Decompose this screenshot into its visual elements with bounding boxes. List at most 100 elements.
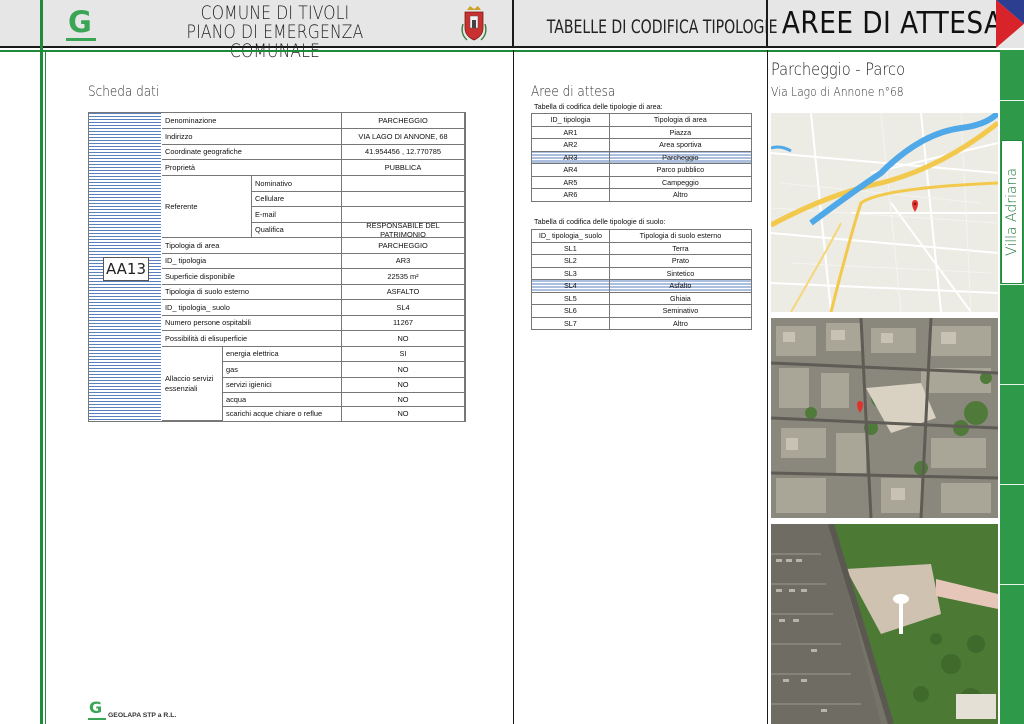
suolo-table-row: SL1 Terra <box>531 241 753 255</box>
area-table-row: AR6 Altro <box>531 188 753 202</box>
scheda-dati-table: AA13 Denominazione PARCHEGGIO Indirizzo … <box>88 112 466 422</box>
area-table-cell: Parco pubblico <box>608 163 753 177</box>
area-header-cell: Tipologia di area <box>608 113 753 127</box>
area-table-row: AR1 Piazza <box>531 125 753 139</box>
label-tipologia-area: Tipologia di area <box>162 238 342 254</box>
suolo-table-caption: Tabella di codifica delle tipologie di s… <box>534 217 666 226</box>
suolo-table-cell: SL5 <box>531 291 610 305</box>
area-table-row: AR4 Parco pubblico <box>531 163 753 177</box>
area-table-cell: AR6 <box>531 188 610 202</box>
label-servizi: servizi igienici <box>223 378 342 393</box>
value-indirizzo: VIA LAGO DI ANNONE, 68 <box>342 129 465 145</box>
label-denominazione: Denominazione <box>162 113 342 129</box>
label-email: E-mail <box>252 207 342 223</box>
street-map <box>771 113 998 312</box>
label-elisuperficie: Possibilità di elisuperficie <box>162 331 342 347</box>
page-title: AREE DI ATTESA <box>781 6 1003 41</box>
value-scarichi: NO <box>342 407 465 421</box>
label-indirizzo: Indirizzo <box>162 129 342 145</box>
area-header-cell: ID_ tipologia <box>531 113 610 127</box>
value-proprieta: PUBBLICA <box>342 160 465 176</box>
place-name: Parcheggio - Parco <box>771 60 906 80</box>
suolo-table-cell: Ghiaia <box>608 291 753 305</box>
suolo-header-row: ID_ tipologia_ suolo Tipologia di suolo e… <box>531 229 753 243</box>
footer-logo: G <box>88 698 106 720</box>
value-acqua: NO <box>342 393 465 407</box>
suolo-table-row: SL3 Sintetico <box>531 266 753 280</box>
suolo-table-row: SL2 Prato <box>531 254 753 268</box>
value-elisuperficie: NO <box>342 331 465 347</box>
area-table-cell: Parcheggio <box>608 150 753 164</box>
label-proprieta: Proprietà <box>162 160 342 176</box>
area-table-row: AR5 Campeggio <box>531 175 753 189</box>
value-persone: 11267 <box>342 316 465 331</box>
area-table-cell: AR4 <box>531 163 610 177</box>
suolo-table-cell: SL1 <box>531 241 610 255</box>
header-title: COMUNE DI TIVOLI PIANO DI EMERGENZA COMU… <box>140 4 411 61</box>
area-table-cell: AR5 <box>531 175 610 189</box>
area-header-row: ID_ tipologia Tipologia di area <box>531 113 753 127</box>
suolo-table-cell: SL3 <box>531 266 610 280</box>
value-energia: SI <box>342 347 465 362</box>
suolo-type-table: ID_ tipologia_ suolo Tipologia di suolo e… <box>531 229 753 330</box>
value-email <box>342 207 465 223</box>
area-table-cell: Piazza <box>608 125 753 139</box>
suolo-table-cell: SL6 <box>531 304 610 318</box>
geolapa-logo: G <box>66 5 96 41</box>
area-table-row: AR2 Area sportiva <box>531 138 753 152</box>
label-scarichi: scarichi acque chiare o reflue <box>223 407 342 421</box>
codifica-title: Aree di attesa <box>531 84 616 100</box>
area-table-cell: Area sportiva <box>608 138 753 152</box>
area-table-cell: AR2 <box>531 138 610 152</box>
value-denominazione: PARCHEGGIO <box>342 113 465 129</box>
suolo-table-cell: Altro <box>608 316 753 330</box>
value-coordinate: 41.954456 , 12.770785 <box>342 145 465 160</box>
value-id-tipologia-suolo: SL4 <box>342 300 465 316</box>
label-allaccio: Allaccio servizi essenziali <box>162 347 223 421</box>
area-table-caption: Tabella di codifica delle tipologie di a… <box>534 102 663 111</box>
footer-logo-letter: G <box>89 698 103 717</box>
suolo-table-cell: SL2 <box>531 254 610 268</box>
suolo-table-cell: SL4 <box>531 279 610 293</box>
suolo-table-cell: Sintetico <box>608 266 753 280</box>
label-id-tipologia-suolo: ID_ tipologia_ suolo <box>162 300 342 316</box>
suolo-table-cell: Terra <box>608 241 753 255</box>
district-label: Villa Adriana <box>1004 168 1020 256</box>
section-title: TABELLE DI CODIFICA TIPOLOGIE <box>546 16 778 38</box>
value-servizi: NO <box>342 378 465 393</box>
area-table-cell: Campeggio <box>608 175 753 189</box>
label-persone: Numero persone ospitabili <box>162 316 342 331</box>
suolo-table-cell: SL7 <box>531 316 610 330</box>
value-tipologia-area: PARCHEGGIO <box>342 238 465 254</box>
value-qualifica: RESPONSABILE DEL PATRIMONIO <box>342 223 465 238</box>
label-superficie: Superficie disponibile <box>162 269 342 285</box>
value-gas: NO <box>342 362 465 378</box>
page-header: G COMUNE DI TIVOLI PIANO DI EMERGENZA CO… <box>0 0 1024 61</box>
label-tipologia-suolo: Tipologia di suolo esterno <box>162 285 342 300</box>
area-table-cell: AR3 <box>531 150 610 164</box>
suolo-table-cell: Seminativo <box>608 304 753 318</box>
value-nominativo <box>342 176 465 192</box>
header-title-line2: PIANO DI EMERGENZA COMUNALE <box>186 21 364 62</box>
label-coordinate: Coordinate geografiche <box>162 145 342 160</box>
suolo-table-cell: Prato <box>608 254 753 268</box>
label-cellulare: Cellulare <box>252 192 342 207</box>
district-tab: Villa Adriana <box>1001 140 1023 284</box>
footer-company: GEOLAPA STP a R.L. <box>108 712 177 719</box>
tivoli-crest-icon <box>461 6 487 41</box>
suolo-table-row: SL5 Ghiaia <box>531 291 753 305</box>
satellite-map <box>771 318 998 518</box>
label-nominativo: Nominativo <box>252 176 342 192</box>
label-id-tipologia: ID_ tipologia <box>162 254 342 269</box>
value-tipologia-suolo: ASFALTO <box>342 285 465 300</box>
label-qualifica: Qualifica <box>252 223 342 238</box>
area-table-cell: Altro <box>608 188 753 202</box>
suolo-header-cell: ID_ tipologia_ suolo <box>531 229 610 243</box>
aerial-photo <box>771 524 998 724</box>
area-table-row: AR3 Parcheggio <box>531 150 753 164</box>
value-id-tipologia: AR3 <box>342 254 465 269</box>
suolo-table-row: SL7 Altro <box>531 316 753 330</box>
area-table-cell: AR1 <box>531 125 610 139</box>
label-referente: Referente <box>162 176 252 238</box>
value-cellulare <box>342 192 465 207</box>
